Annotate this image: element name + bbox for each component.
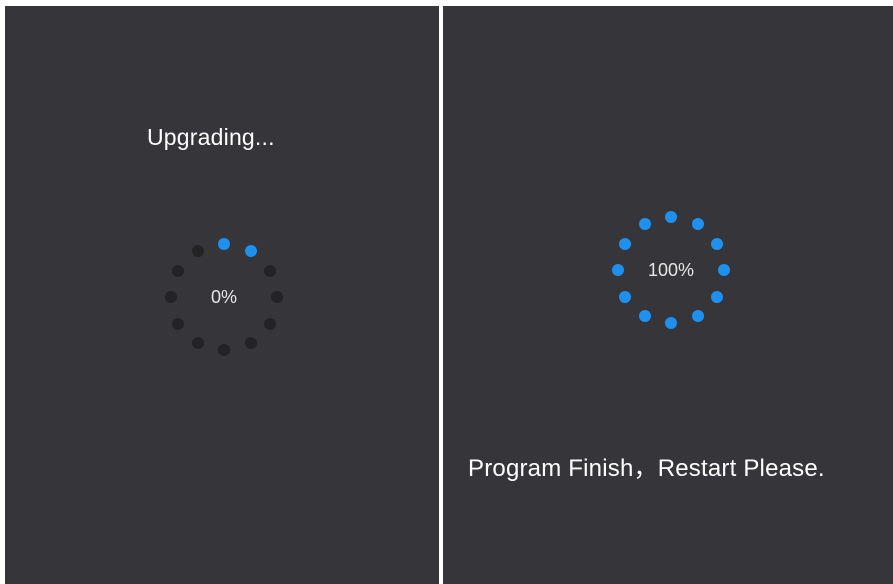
spinner-dot: [191, 336, 204, 349]
spinner-dot: [718, 264, 730, 276]
spinner-dot: [619, 290, 632, 303]
spinner-dot: [218, 344, 230, 356]
spinner-dot: [638, 218, 651, 231]
spinner-dot: [172, 317, 185, 330]
spinner-dot: [263, 264, 276, 277]
spinner-dot: [271, 291, 283, 303]
spinner-dot: [244, 336, 257, 349]
spinner-dot: [172, 264, 185, 277]
upgrading-screen: Upgrading... 0%: [5, 6, 439, 584]
spinner-dot: [710, 290, 723, 303]
loading-spinner: 100%: [611, 210, 731, 330]
upgrading-message: Upgrading...: [147, 124, 275, 150]
spinner-dot: [191, 245, 204, 258]
finished-screen: 100% Program Finish，Restart Please.: [443, 6, 893, 584]
spinner-dot: [619, 237, 632, 250]
progress-percentage: 100%: [647, 260, 695, 280]
spinner-dot: [638, 309, 651, 322]
screenshot-canvas: Upgrading... 0% 100% Program Finish，Rest…: [0, 0, 893, 584]
spinner-dot: [665, 211, 677, 223]
loading-spinner: 0%: [164, 237, 284, 357]
spinner-dot: [665, 317, 677, 329]
spinner-dot: [612, 264, 624, 276]
progress-percentage: 0%: [210, 287, 237, 307]
spinner-dot: [263, 317, 276, 330]
spinner-dot: [691, 218, 704, 231]
spinner-dot: [218, 238, 230, 250]
spinner-dot: [244, 245, 257, 258]
finish-message: Program Finish，Restart Please.: [468, 455, 825, 482]
spinner-dot: [691, 309, 704, 322]
spinner-dot: [710, 237, 723, 250]
spinner-dot: [165, 291, 177, 303]
